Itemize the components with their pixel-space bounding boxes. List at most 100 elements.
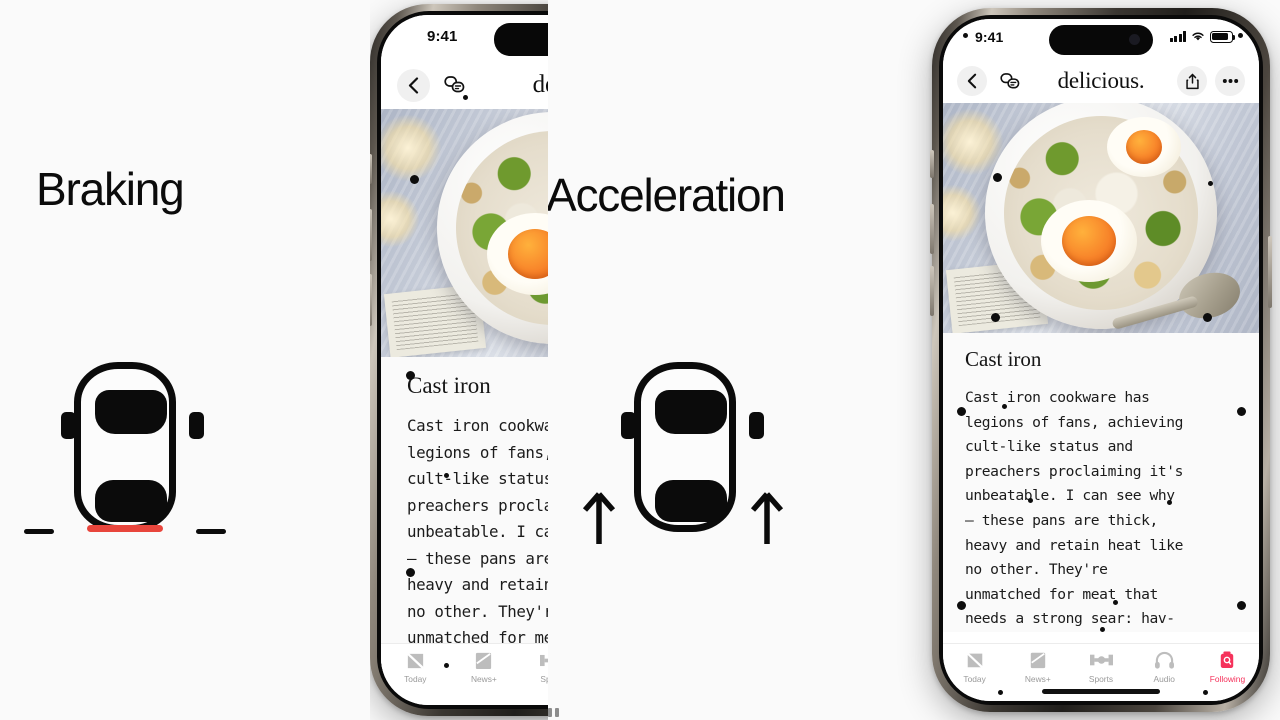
tab-news-plus[interactable]: News+ [1006,649,1069,684]
text-stack-icon [999,72,1019,88]
arrow-up-right-icon [750,490,784,551]
publication-title: delicious. [532,71,548,98]
volume-up-button[interactable] [370,209,372,261]
tracking-dot [1203,690,1208,695]
phone-screen[interactable]: 9:41 [943,19,1259,701]
battery-icon [1210,31,1236,43]
following-icon [1219,649,1235,671]
tracking-dot [963,33,968,38]
tracking-dot [1237,601,1246,610]
tracking-dot [957,407,966,416]
article-paragraph: Cast iron cookware has legions of fans, … [407,416,548,674]
article-paragraph: Cast iron cookware has legions of fans, … [965,389,1184,628]
tracking-dot [1113,600,1118,605]
tab-label: Following [1209,674,1246,684]
brake-light-indicator [87,525,163,532]
hero-egg [1040,199,1137,282]
tracking-dot [1208,181,1213,186]
article-body-container: Cast iron Cast iron cookware has legions… [943,333,1259,632]
car-rear-window-icon [655,480,727,522]
article-body-container: Cast iron Cast iron cookware has legions… [381,357,548,678]
tab-label: Today [963,674,986,684]
tracking-dot [444,473,449,478]
tab-audio[interactable]: Audio [1133,649,1196,684]
tab-bar: Today News+ Sports [381,643,548,705]
action-button[interactable] [930,150,934,178]
tracking-dot [1002,404,1007,409]
volume-down-button[interactable] [930,266,934,316]
news-plus-icon [1029,649,1047,671]
article-hero-image [381,109,548,357]
article-heading: Cast iron [407,373,491,398]
headphones-icon [1154,649,1175,671]
speed-line-left-icon [24,529,54,534]
speed-line-right-icon [196,529,226,534]
status-indicators [1169,31,1236,43]
grip-bar [548,708,552,717]
tracking-dot [1028,498,1033,503]
silence-switch[interactable] [370,154,372,184]
share-icon [1185,73,1199,89]
back-button[interactable] [397,68,430,102]
tracking-dot [1203,313,1212,322]
status-time: 9:41 [975,29,1004,45]
car-rear-window-icon [95,480,167,522]
cellular-bars-icon [1169,31,1186,43]
volume-up-button[interactable] [930,204,934,254]
tab-label: Today [404,674,427,684]
news-today-icon [405,649,426,671]
home-indicator[interactable] [1042,689,1160,694]
tracking-dot [993,173,1002,182]
tab-label: Audio [1153,674,1175,684]
chevron-left-icon [967,73,977,89]
power-button[interactable] [1268,236,1272,308]
middle-phone-clip: 9:41 d Cast iron Cast iron cookw legions… [370,0,548,720]
dynamic-island [493,23,548,56]
dynamic-island [1049,25,1153,55]
sports-icon [1089,649,1113,671]
car-mirror-right-icon [749,412,764,439]
article-heading: Cast iron [965,347,1042,371]
sports-icon [540,649,548,671]
tab-news-plus[interactable]: News+ [450,649,519,684]
tab-sports[interactable]: Sports [1069,649,1132,684]
drag-handle[interactable] [548,708,559,717]
car-windshield-icon [95,390,167,434]
screenshot-canvas: Braking Acceleration 9:41 d Cast iron Ca… [0,0,1280,720]
iphone-mock-right: 9:41 delicious. Cast iron Cast iron cook… [930,8,1272,712]
tracking-dot [1100,627,1105,632]
car-top-view-icon [74,362,176,532]
tracking-dot [998,690,1003,695]
tab-today[interactable]: Today [381,649,450,684]
acceleration-label: Acceleration [546,169,786,221]
braking-label: Braking [36,163,185,215]
status-bar: 9:41 [943,19,1259,59]
phone-screen[interactable]: 9:41 [381,15,548,705]
share-button[interactable] [1177,66,1207,96]
tab-following[interactable]: Following [1196,649,1259,684]
more-button[interactable] [1215,66,1245,96]
hero-egg [1107,116,1182,177]
braking-car-diagram [24,362,226,542]
hero-yolk [508,229,548,280]
text-stack-icon [443,76,464,93]
tab-label: News+ [470,674,497,684]
status-bar: 9:41 [381,15,548,61]
tracking-dot [957,601,966,610]
wifi-icon [1192,32,1204,41]
news-today-icon [965,649,985,671]
tab-sports[interactable]: Sports [518,649,548,684]
tracking-dot [406,568,415,577]
reader-library-button[interactable] [995,66,1025,96]
tab-label: Sports [540,674,548,684]
hero-yolk [1126,129,1163,164]
car-mirror-right-icon [189,412,204,439]
tracking-dot [463,95,468,100]
tab-today[interactable]: Today [943,649,1006,684]
volume-down-button[interactable] [370,274,372,326]
iphone-mock-middle: 9:41 d Cast iron Cast iron cookw legions… [370,4,548,716]
grip-bar [555,708,559,717]
back-button[interactable] [957,66,987,96]
tracking-dot [444,663,449,668]
arrow-up-left-icon [582,490,616,551]
